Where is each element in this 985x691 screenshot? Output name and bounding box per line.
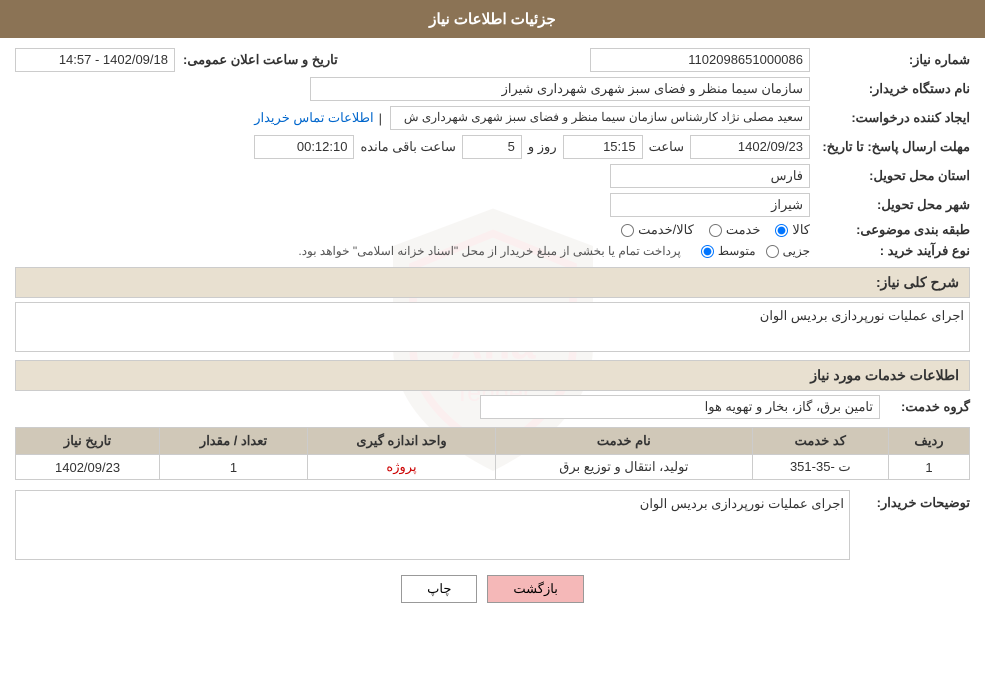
province-value: فارس [610, 164, 810, 188]
buyer-notes-textarea: اجرای عملیات نورپردازی بردیس الوان [15, 490, 850, 560]
process-jozii-radio[interactable] [766, 245, 779, 258]
buyer-org-value: سازمان سیما منظر و فضای سبز شهری شهرداری… [310, 77, 810, 101]
response-time-label: ساعت [649, 139, 684, 155]
cell-service-name: تولید، انتقال و توزیع برق [496, 455, 753, 480]
category-kala-label: کالا [792, 222, 810, 238]
need-desc-label: شرح کلی نیاز: [876, 274, 959, 290]
services-table: ردیف کد خدمت نام خدمت واحد اندازه گیری ت… [15, 427, 970, 480]
creator-contact-link[interactable]: اطلاعات تماس خریدار [254, 110, 373, 126]
city-label: شهر محل تحویل: [810, 197, 970, 213]
need-number-label: شماره نیاز: [810, 52, 970, 68]
category-kala-khadamat-radio[interactable] [621, 224, 634, 237]
need-desc-row: اجرای عملیات نورپردازی بردیس الوان [15, 302, 970, 352]
category-kala-radio[interactable] [775, 224, 788, 237]
process-jozii[interactable]: جزیی [766, 244, 810, 258]
cell-service-code: ت -35-351 [752, 455, 888, 480]
process-row: نوع فرآیند خرید : جزیی متوسط پرداخت تمام… [15, 243, 970, 259]
need-desc-section-header: شرح کلی نیاز: [15, 267, 970, 298]
services-table-header-row: ردیف کد خدمت نام خدمت واحد اندازه گیری ت… [16, 428, 970, 455]
table-row: 1ت -35-351تولید، انتقال و توزیع برقپروژه… [16, 455, 970, 480]
province-label: استان محل تحویل: [810, 168, 970, 184]
province-row: استان محل تحویل: فارس [15, 164, 970, 188]
col-row-num: ردیف [888, 428, 969, 455]
category-khadamat-label: خدمت [726, 222, 761, 238]
col-date: تاریخ نیاز [16, 428, 160, 455]
service-group-row: گروه خدمت: تامین برق، گاز، بخار و تهویه … [15, 395, 970, 419]
category-label: طبقه بندی موضوعی: [810, 222, 970, 238]
response-time: 15:15 [563, 135, 643, 159]
button-row: بازگشت چاپ [15, 575, 970, 603]
service-group-value: تامین برق، گاز، بخار و تهویه هوا [480, 395, 880, 419]
need-number-row: شماره نیاز: 1102098651000086 تاریخ و ساع… [15, 48, 970, 72]
response-date: 1402/09/23 [690, 135, 810, 159]
services-section-label: اطلاعات خدمات مورد نیاز [810, 367, 959, 383]
cell-row-num: 1 [888, 455, 969, 480]
col-service-code: کد خدمت [752, 428, 888, 455]
need-number-value: 1102098651000086 [590, 48, 810, 72]
category-kala-khadamat[interactable]: کالا/خدمت [621, 222, 694, 238]
category-row: طبقه بندی موضوعی: کالا خدمت کالا/خدمت [15, 222, 970, 238]
response-days: 5 [462, 135, 522, 159]
process-motavasset-label: متوسط [718, 244, 756, 258]
col-unit: واحد اندازه گیری [307, 428, 495, 455]
buyer-org-row: نام دستگاه خریدار: سازمان سیما منظر و فض… [15, 77, 970, 101]
category-kala-khadamat-label: کالا/خدمت [638, 222, 694, 238]
category-kala[interactable]: کالا [775, 222, 810, 238]
services-table-wrapper: ردیف کد خدمت نام خدمت واحد اندازه گیری ت… [15, 427, 970, 480]
creator-label: ایجاد کننده درخواست: [810, 110, 970, 126]
print-button[interactable]: چاپ [401, 575, 477, 603]
buyer-org-label: نام دستگاه خریدار: [810, 81, 970, 97]
process-motavasset[interactable]: متوسط [701, 244, 756, 258]
announce-datetime-value: 1402/09/18 - 14:57 [15, 48, 175, 72]
cell-quantity: 1 [160, 455, 308, 480]
category-khadamat[interactable]: خدمت [709, 222, 761, 238]
service-group-label: گروه خدمت: [880, 399, 970, 415]
process-jozii-label: جزیی [783, 244, 810, 258]
col-service-name: نام خدمت [496, 428, 753, 455]
category-khadamat-radio[interactable] [709, 224, 722, 237]
buyer-notes-row: توضیحات خریدار: اجرای عملیات نورپردازی ب… [15, 490, 970, 560]
response-days-label: روز و [528, 139, 557, 155]
need-desc-textarea: اجرای عملیات نورپردازی بردیس الوان [15, 302, 970, 352]
process-text: پرداخت تمام یا بخشی از مبلغ خریدار از مح… [298, 244, 681, 258]
cell-unit: پروژه [307, 455, 495, 480]
city-row: شهر محل تحویل: شیراز [15, 193, 970, 217]
creator-value: سعید مصلی نژاد کارشناس سازمان سیما منظر … [390, 106, 810, 130]
response-deadline-row: مهلت ارسال پاسخ: تا تاریخ: 1402/09/23 سا… [15, 135, 970, 159]
process-label: نوع فرآیند خرید : [810, 243, 970, 259]
process-options: جزیی متوسط پرداخت تمام یا بخشی از مبلغ خ… [298, 244, 810, 258]
announce-datetime-label: تاریخ و ساعت اعلان عمومی: [183, 52, 338, 68]
services-section-header: اطلاعات خدمات مورد نیاز [15, 360, 970, 391]
page-title: جزئیات اطلاعات نیاز [429, 11, 556, 28]
process-motavasset-radio[interactable] [701, 245, 714, 258]
page-header: جزئیات اطلاعات نیاز [0, 0, 985, 38]
response-deadline-label: مهلت ارسال پاسخ: تا تاریخ: [810, 139, 970, 155]
back-button[interactable]: بازگشت [487, 575, 583, 603]
category-radio-group: کالا خدمت کالا/خدمت [621, 222, 810, 238]
cell-date: 1402/09/23 [16, 455, 160, 480]
col-quantity: تعداد / مقدار [160, 428, 308, 455]
creator-row: ایجاد کننده درخواست: سعید مصلی نژاد کارش… [15, 106, 970, 130]
buyer-notes-label: توضیحات خریدار: [850, 490, 970, 511]
city-value: شیراز [610, 193, 810, 217]
response-remain-label: ساعت باقی مانده [360, 139, 455, 155]
response-remain: 00:12:10 [254, 135, 354, 159]
